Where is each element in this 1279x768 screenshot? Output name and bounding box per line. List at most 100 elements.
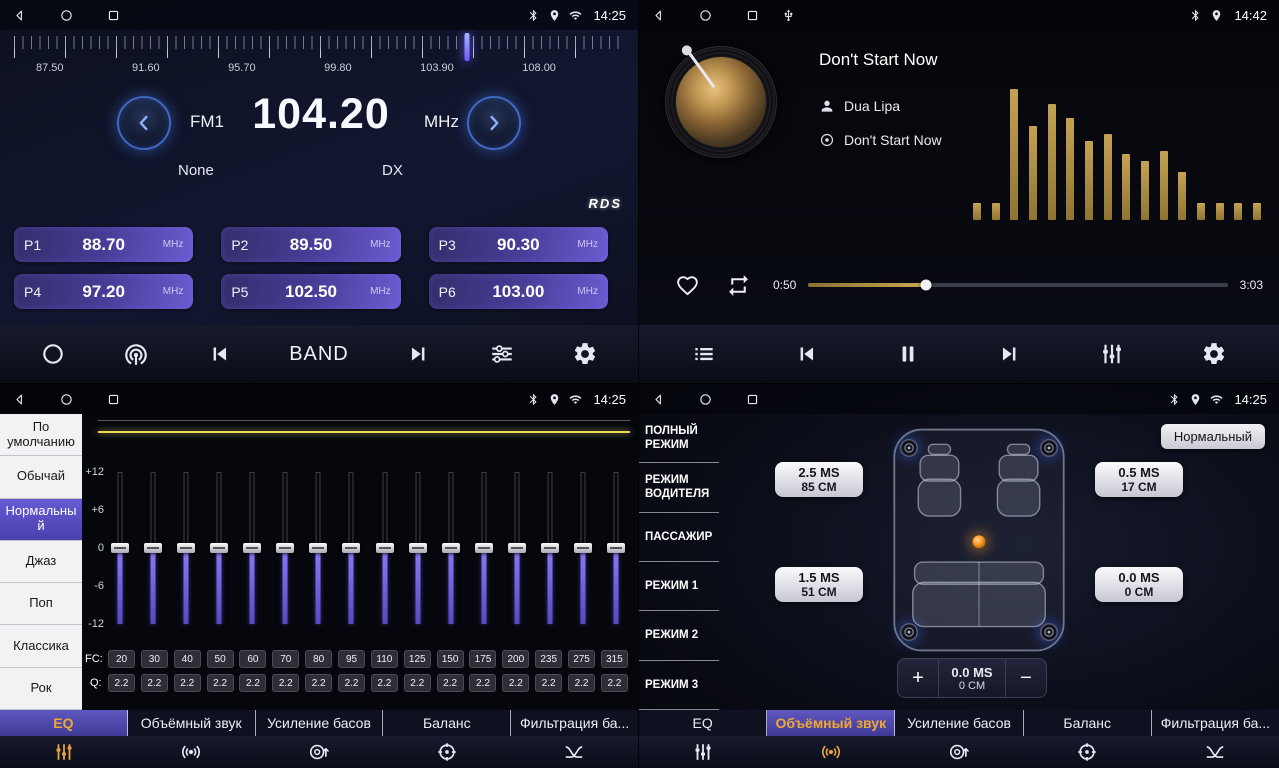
tab-surround[interactable]: Объёмный звук: [128, 710, 256, 736]
eq-band-slider[interactable]: [174, 472, 198, 624]
radio-preset-button[interactable]: P6 103.00 MHz: [429, 274, 608, 309]
slider-handle[interactable]: [541, 543, 559, 553]
pause-button[interactable]: [895, 341, 921, 367]
sound-mode-item[interactable]: ПАССАЖИР: [639, 513, 719, 562]
tab-eq[interactable]: EQ: [639, 710, 767, 736]
front-left-delay-button[interactable]: 2.5 MS 85 CM: [775, 462, 863, 497]
slider-handle[interactable]: [111, 543, 129, 553]
tab-balance-icon-button[interactable]: [1023, 741, 1151, 763]
band-button[interactable]: BAND: [289, 343, 349, 366]
previous-station-button[interactable]: [206, 341, 232, 367]
progress-knob[interactable]: [920, 280, 931, 291]
slider-handle[interactable]: [574, 543, 592, 553]
eq-preset-item[interactable]: Рок: [0, 668, 82, 710]
recents-icon[interactable]: [106, 392, 121, 407]
recents-icon[interactable]: [106, 8, 121, 23]
back-icon[interactable]: [651, 392, 666, 407]
eq-band-slider[interactable]: [240, 472, 264, 624]
tab-filter[interactable]: Фильтрация ба...: [511, 710, 638, 736]
slider-handle[interactable]: [309, 543, 327, 553]
audio-settings-button[interactable]: [489, 341, 515, 367]
radio-preset-button[interactable]: P5 102.50 MHz: [221, 274, 400, 309]
eq-band-slider[interactable]: [339, 472, 363, 624]
eq-band-slider[interactable]: [505, 472, 529, 624]
slider-handle[interactable]: [243, 543, 261, 553]
tab-filter-icon-button[interactable]: [1151, 741, 1279, 763]
slider-handle[interactable]: [376, 543, 394, 553]
tab-balance[interactable]: Баланс: [1024, 710, 1152, 736]
seek-bar[interactable]: [808, 283, 1227, 287]
tab-eq[interactable]: EQ: [0, 710, 128, 736]
previous-track-button[interactable]: [793, 341, 819, 367]
increase-delay-button[interactable]: +: [898, 659, 938, 697]
eq-preset-chip[interactable]: Нормальный: [1161, 424, 1265, 449]
equalizer-button[interactable]: [1099, 341, 1125, 367]
home-icon[interactable]: [59, 392, 74, 407]
speaker-rear-left-icon[interactable]: [901, 624, 918, 641]
eq-preset-item[interactable]: Нормальный: [0, 499, 82, 541]
eq-band-slider[interactable]: [604, 472, 628, 624]
eq-band-slider[interactable]: [406, 472, 430, 624]
eq-preset-item[interactable]: По умолчанию: [0, 414, 82, 456]
radio-preset-button[interactable]: P1 88.70 MHz: [14, 227, 193, 262]
slider-handle[interactable]: [177, 543, 195, 553]
tab-filter-icon-button[interactable]: [510, 741, 638, 763]
sound-mode-item[interactable]: ПОЛНЫЙ РЕЖИМ: [639, 414, 719, 463]
eq-preset-item[interactable]: Джаз: [0, 541, 82, 583]
speaker-front-right-icon[interactable]: [1041, 440, 1058, 457]
radio-preset-button[interactable]: P4 97.20 MHz: [14, 274, 193, 309]
sound-mode-item[interactable]: РЕЖИМ 3: [639, 661, 719, 710]
home-icon[interactable]: [698, 392, 713, 407]
tab-bass-icon-button[interactable]: [255, 741, 383, 763]
eq-band-slider[interactable]: [538, 472, 562, 624]
tab-filter[interactable]: Фильтрация ба...: [1152, 710, 1279, 736]
tab-balance[interactable]: Баланс: [383, 710, 511, 736]
rear-left-delay-button[interactable]: 1.5 MS 51 CM: [775, 567, 863, 602]
tab-eq-icon-button[interactable]: [639, 741, 767, 763]
eq-band-slider[interactable]: [141, 472, 165, 624]
playlist-button[interactable]: [691, 341, 717, 367]
speaker-rear-right-icon[interactable]: [1041, 624, 1058, 641]
slider-handle[interactable]: [475, 543, 493, 553]
antenna-button[interactable]: [123, 341, 149, 367]
front-right-delay-button[interactable]: 0.5 MS 17 CM: [1095, 462, 1183, 497]
eq-band-slider[interactable]: [306, 472, 330, 624]
eq-preset-item[interactable]: Обычай: [0, 456, 82, 498]
radio-preset-button[interactable]: P3 90.30 MHz: [429, 227, 608, 262]
tab-balance-icon-button[interactable]: [383, 741, 511, 763]
tune-up-button[interactable]: [467, 96, 521, 150]
eq-band-slider[interactable]: [439, 472, 463, 624]
back-icon[interactable]: [12, 8, 27, 23]
listening-position-marker[interactable]: [973, 535, 986, 548]
slider-handle[interactable]: [508, 543, 526, 553]
tune-down-button[interactable]: [117, 96, 171, 150]
eq-band-slider[interactable]: [373, 472, 397, 624]
eq-band-slider[interactable]: [571, 472, 595, 624]
recents-icon[interactable]: [745, 8, 760, 23]
slider-handle[interactable]: [276, 543, 294, 553]
slider-handle[interactable]: [210, 543, 228, 553]
slider-handle[interactable]: [442, 543, 460, 553]
tab-surround-icon-button[interactable]: [128, 741, 256, 763]
next-station-button[interactable]: [406, 341, 432, 367]
home-icon[interactable]: [698, 8, 713, 23]
repeat-button[interactable]: [726, 273, 751, 298]
slider-handle[interactable]: [409, 543, 427, 553]
tab-eq-icon-button[interactable]: [0, 741, 128, 763]
recents-icon[interactable]: [745, 392, 760, 407]
next-track-button[interactable]: [997, 341, 1023, 367]
sound-mode-item[interactable]: РЕЖИМ 2: [639, 611, 719, 660]
back-icon[interactable]: [651, 8, 666, 23]
settings-button[interactable]: [1201, 341, 1227, 367]
decrease-delay-button[interactable]: −: [1006, 659, 1046, 697]
favorite-button[interactable]: [675, 273, 700, 298]
sound-mode-item[interactable]: РЕЖИМ 1: [639, 562, 719, 611]
eq-preset-item[interactable]: Поп: [0, 583, 82, 625]
eq-preset-item[interactable]: Классика: [0, 625, 82, 667]
eq-band-slider[interactable]: [108, 472, 132, 624]
speaker-front-left-icon[interactable]: [901, 440, 918, 457]
frequency-scale[interactable]: [14, 36, 624, 58]
rear-right-delay-button[interactable]: 0.0 MS 0 CM: [1095, 567, 1183, 602]
back-icon[interactable]: [12, 392, 27, 407]
tab-bass-boost[interactable]: Усиление басов: [256, 710, 384, 736]
